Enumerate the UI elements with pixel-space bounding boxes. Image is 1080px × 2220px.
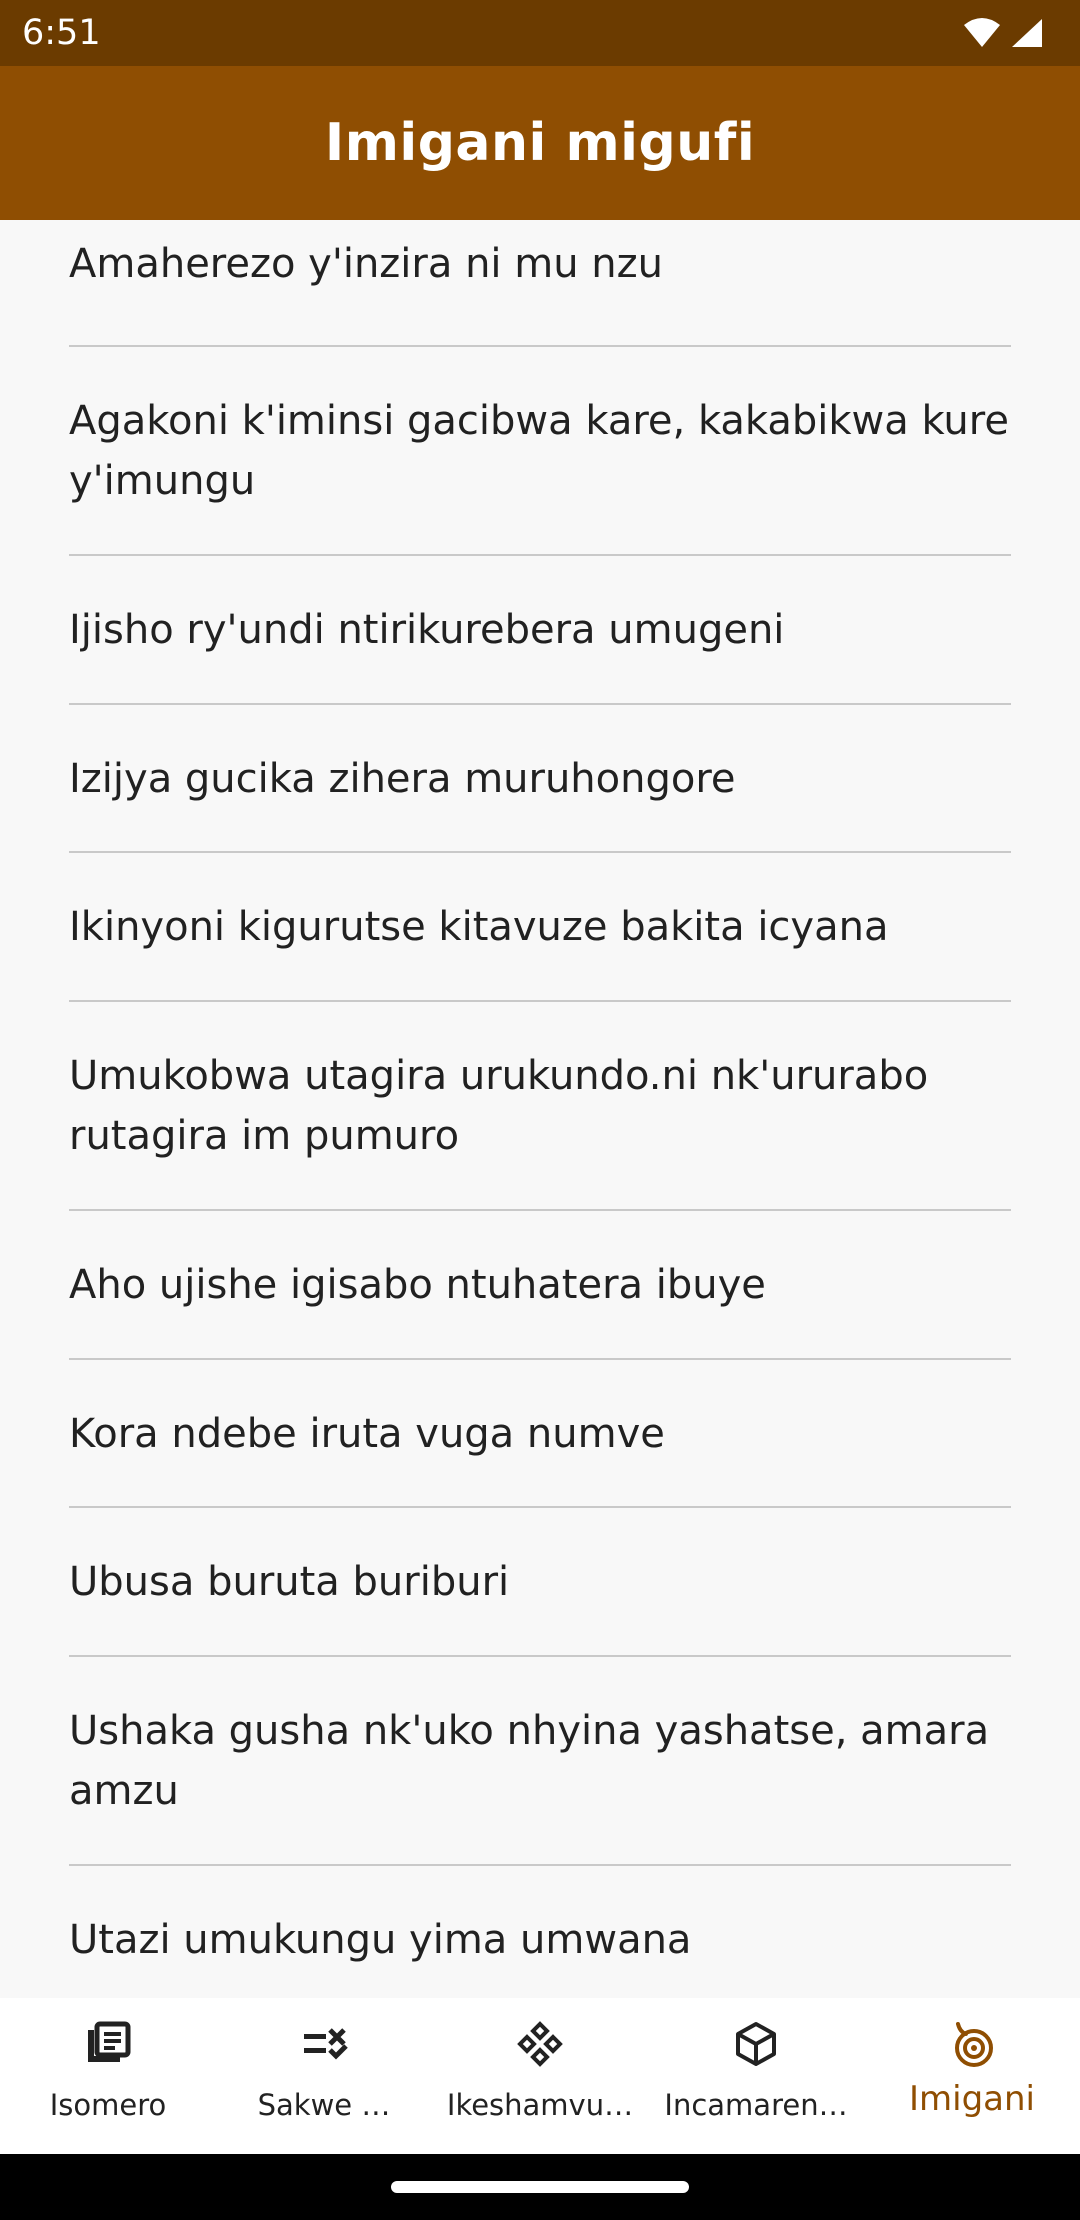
library-icon bbox=[88, 2021, 131, 2062]
list-item-text: Ikinyoni kigurutse kitavuze bakita icyan… bbox=[69, 904, 889, 950]
box-icon bbox=[736, 2022, 776, 2066]
system-navigation-bar bbox=[0, 2154, 1080, 2220]
list-item[interactable]: Kora ndebe iruta vuga numve bbox=[69, 1360, 1011, 1508]
nav-item-imigani[interactable]: Imigani bbox=[864, 1998, 1080, 2154]
nav-label: Ikeshamvu… bbox=[446, 2088, 634, 2122]
list-item[interactable]: Amaherezo y'inzira ni mu nzu bbox=[69, 220, 1011, 347]
list-item[interactable]: Utazi umukungu yima umwana bbox=[69, 1866, 1011, 1998]
list-item-text: Izijya gucika zihera muruhongore bbox=[69, 756, 736, 802]
list-item[interactable]: Ushaka gusha nk'uko nhyina yashatse, ama… bbox=[69, 1657, 1011, 1866]
list-item[interactable]: Ijisho ry'undi ntirikurebera umugeni bbox=[69, 556, 1011, 705]
game-icon bbox=[517, 2021, 563, 2067]
bottom-navigation: Isomero Sakwe … Ikeshamvu… Incamaren… Im… bbox=[0, 1998, 1080, 2154]
nav-label: Incamaren… bbox=[664, 2088, 848, 2122]
list-item-text: Utazi umukungu yima umwana bbox=[69, 1917, 692, 1963]
spiral-icon bbox=[955, 2022, 993, 2067]
list-item[interactable]: Umukobwa utagira urukundo.ni nk'ururabo … bbox=[69, 1002, 1011, 1211]
list-item[interactable]: Aho ujishe igisabo ntuhatera ibuye bbox=[69, 1211, 1011, 1360]
app-bar: Imigani migufi bbox=[0, 66, 1080, 220]
status-bar: 6:51 bbox=[0, 0, 1080, 66]
list-item[interactable]: Izijya gucika zihera muruhongore bbox=[69, 705, 1011, 853]
list-item[interactable]: Ikinyoni kigurutse kitavuze bakita icyan… bbox=[69, 853, 1011, 1002]
nav-label: Sakwe … bbox=[257, 2088, 391, 2122]
list-item[interactable]: Agakoni k'iminsi gacibwa kare, kakabikwa… bbox=[69, 347, 1011, 556]
list-item-text: Amaherezo y'inzira ni mu nzu bbox=[69, 241, 663, 287]
proverb-list[interactable]: Amaherezo y'inzira ni mu nzu Agakoni k'i… bbox=[0, 220, 1080, 1998]
list-item-text: Umukobwa utagira urukundo.ni nk'ururabo … bbox=[69, 1053, 929, 1159]
status-icons bbox=[962, 16, 1044, 50]
cell-signal-icon bbox=[1012, 19, 1042, 47]
wifi-icon bbox=[964, 18, 1000, 47]
list-item-text: Agakoni k'iminsi gacibwa kare, kakabikwa… bbox=[69, 398, 1009, 504]
nav-label: Isomero bbox=[49, 2088, 167, 2122]
nav-label: Imigani bbox=[908, 2080, 1035, 2118]
home-gesture-handle[interactable] bbox=[391, 2181, 689, 2193]
nav-item-isomero[interactable]: Isomero bbox=[0, 1998, 216, 2154]
list-item[interactable]: Ubusa buruta buriburi bbox=[69, 1508, 1011, 1657]
list-item-text: Aho ujishe igisabo ntuhatera ibuye bbox=[69, 1262, 766, 1308]
quiz-icon bbox=[304, 2028, 348, 2060]
list-item-text: Ushaka gusha nk'uko nhyina yashatse, ama… bbox=[69, 1708, 990, 1814]
nav-item-incamarenga[interactable]: Incamaren… bbox=[648, 1998, 864, 2154]
list-item-text: Ijisho ry'undi ntirikurebera umugeni bbox=[69, 607, 785, 653]
status-time: 6:51 bbox=[22, 13, 101, 53]
list-item-text: Ubusa buruta buriburi bbox=[69, 1559, 510, 1605]
nav-item-ikeshamvugo[interactable]: Ikeshamvu… bbox=[432, 1998, 648, 2154]
list-item-text: Kora ndebe iruta vuga numve bbox=[69, 1411, 665, 1457]
nav-item-sakwe[interactable]: Sakwe … bbox=[216, 1998, 432, 2154]
page-title: Imigani migufi bbox=[324, 113, 756, 173]
